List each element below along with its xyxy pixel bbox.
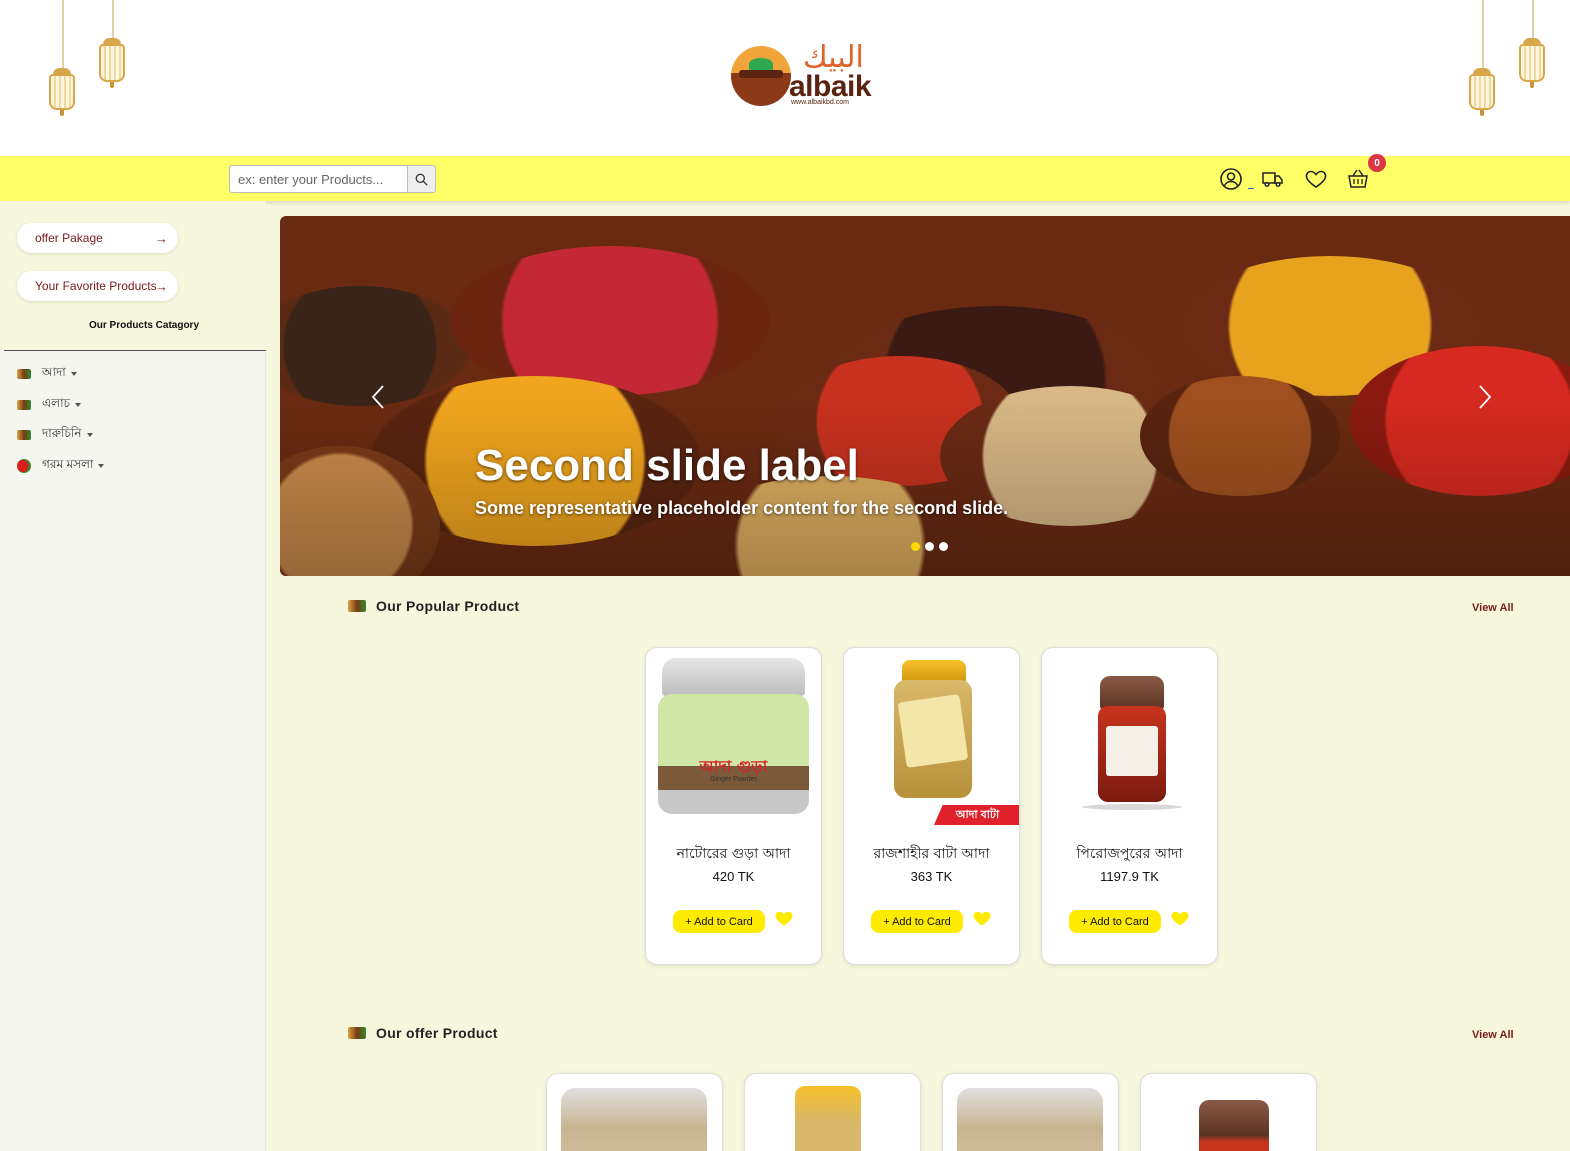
sidebar: offer Pakage → Your Favorite Products → … xyxy=(0,201,266,1151)
brand-logo[interactable]: البيك albaik www.albaikbd.com xyxy=(731,40,872,108)
category-item-daruchini[interactable]: দারুচিনি xyxy=(17,426,93,444)
product-image xyxy=(957,1088,1103,1151)
search-button[interactable] xyxy=(407,165,436,193)
product-image xyxy=(854,658,1009,818)
category-title: Our Products Catagory xyxy=(88,320,200,331)
caret-down-icon xyxy=(98,464,105,468)
offer-view-all-link[interactable]: View All xyxy=(1472,1029,1514,1041)
carousel-prev-button[interactable] xyxy=(366,382,390,412)
section-title-text: Our offer Product xyxy=(376,1025,498,1041)
basket-icon[interactable] xyxy=(1345,166,1371,192)
lantern-decoration xyxy=(1519,0,1547,95)
user-underline xyxy=(1248,188,1254,189)
logo-url-text: www.albaikbd.com xyxy=(791,99,849,106)
wishlist-heart-icon[interactable] xyxy=(774,908,794,928)
product-image xyxy=(1052,658,1207,818)
carousel-title: Second slide label xyxy=(475,441,859,490)
search-input[interactable] xyxy=(229,165,407,193)
heart-icon[interactable] xyxy=(1303,166,1329,192)
spice-thumb-icon xyxy=(348,1027,366,1039)
section-title-text: Our Popular Product xyxy=(376,598,520,614)
cart-count-badge: 0 xyxy=(1368,154,1386,172)
category-item-gorom-moshla[interactable]: গরম মসলা xyxy=(17,457,105,475)
category-label: এলাচ xyxy=(42,396,71,410)
product-card[interactable]: আদা গুড়া Ginger Powder নাটোরের গুড়া আদ… xyxy=(645,647,822,965)
spice-thumb-icon xyxy=(348,600,366,612)
product-name[interactable]: পিরোজপুরের আদা xyxy=(1042,842,1217,866)
offer-section-title: Our offer Product xyxy=(348,1025,498,1041)
category-item-ada[interactable]: আদা xyxy=(17,365,77,383)
product-price: 420 TK xyxy=(712,869,755,884)
lantern-decoration xyxy=(99,0,127,95)
product-image: আদা গুড়া Ginger Powder xyxy=(656,658,811,818)
carousel-indicators xyxy=(911,542,948,551)
chevron-right-icon xyxy=(1479,385,1492,409)
carousel-slide-image xyxy=(280,216,1570,576)
spice-thumb-icon xyxy=(17,400,31,410)
spice-thumb-icon xyxy=(17,369,31,379)
search-form xyxy=(229,165,436,193)
product-image xyxy=(1199,1100,1269,1151)
add-to-cart-button[interactable]: + Add to Card xyxy=(871,910,963,933)
offer-product-card[interactable] xyxy=(546,1073,723,1151)
offer-product-card[interactable] xyxy=(744,1073,921,1151)
sidebar-divider xyxy=(4,350,266,351)
hero-carousel[interactable]: Second slide label Some representative p… xyxy=(280,216,1570,576)
product-card[interactable]: আদা বাটা রাজশাহীর বাটা আদা 363 TK + Add … xyxy=(843,647,1020,965)
product-name[interactable]: নাটোরের গুড়া আদা xyxy=(646,842,821,866)
lantern-decoration xyxy=(49,0,77,120)
add-to-cart-button[interactable]: + Add to Card xyxy=(1069,910,1161,933)
product-card[interactable]: পিরোজপুরের আদা 1197.9 TK + Add to Card xyxy=(1041,647,1218,965)
product-price: 363 TK xyxy=(910,869,953,884)
wishlist-heart-icon[interactable] xyxy=(1170,908,1190,928)
popular-view-all-link[interactable]: View All xyxy=(1472,602,1514,614)
caret-down-icon xyxy=(70,372,77,376)
product-image xyxy=(795,1086,861,1151)
popular-section-title: Our Popular Product xyxy=(348,598,519,614)
user-icon[interactable] xyxy=(1218,166,1244,192)
chevron-left-icon xyxy=(371,385,384,409)
search-icon xyxy=(415,173,428,186)
favorite-products-label: Your Favorite Products xyxy=(35,279,157,293)
product-name[interactable]: রাজশাহীর বাটা আদা xyxy=(844,842,1019,866)
wishlist-heart-icon[interactable] xyxy=(972,908,992,928)
carousel-caption: Second slide label Some representative p… xyxy=(475,441,1008,519)
lantern-decoration xyxy=(1469,0,1497,120)
add-to-cart-button[interactable]: + Add to Card xyxy=(673,910,765,933)
truck-icon[interactable] xyxy=(1260,166,1286,192)
product-ribbon: আদা বাটা xyxy=(934,805,1019,825)
caret-down-icon xyxy=(75,403,82,407)
offer-product-card[interactable] xyxy=(942,1073,1119,1151)
favorite-products-link[interactable]: Your Favorite Products → xyxy=(17,271,178,301)
top-header: البيك albaik www.albaikbd.com xyxy=(0,0,1570,156)
carousel-text: Some representative placeholder content … xyxy=(475,498,1009,518)
carousel-next-button[interactable] xyxy=(1473,382,1497,412)
package-sublabel: Ginger Powder xyxy=(710,776,757,783)
offer-package-link[interactable]: offer Pakage → xyxy=(17,223,178,253)
carousel-indicator[interactable] xyxy=(911,542,920,551)
spice-thumb-icon xyxy=(17,430,31,440)
caret-down-icon xyxy=(86,433,93,437)
product-image xyxy=(561,1088,707,1151)
category-label: আদা xyxy=(42,365,66,379)
carousel-indicator[interactable] xyxy=(939,542,948,551)
category-label: গরম মসলা xyxy=(42,457,94,471)
offer-product-card[interactable] xyxy=(1140,1073,1317,1151)
offer-package-label: offer Pakage xyxy=(35,231,103,245)
category-label: দারুচিনি xyxy=(42,426,82,440)
top-navbar: 0 xyxy=(0,154,1570,201)
product-price: 1197.9 TK xyxy=(1100,869,1159,884)
category-item-elach[interactable]: এলাচ xyxy=(17,396,82,414)
chili-thumb-icon xyxy=(17,459,31,473)
logo-mark xyxy=(731,46,791,106)
carousel-indicator[interactable] xyxy=(925,542,934,551)
arrow-right-icon: → xyxy=(155,230,168,246)
arrow-right-icon: → xyxy=(155,278,168,294)
